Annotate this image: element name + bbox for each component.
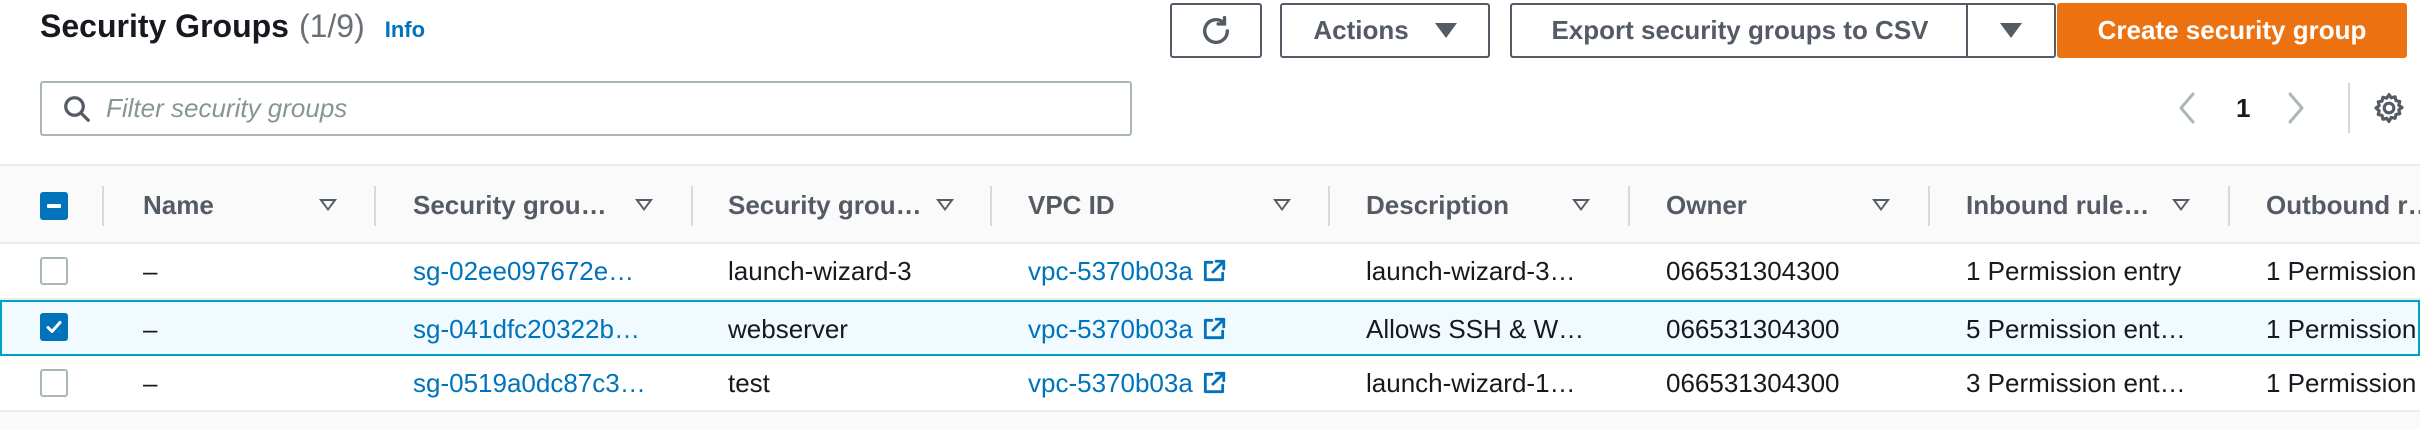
- column-header-security-group-id[interactable]: Security grou…: [413, 166, 663, 244]
- inbound-rules-cell: 3 Permission ent…: [1966, 367, 2186, 398]
- vpc-id-text: vpc-5370b03a: [1028, 313, 1193, 344]
- sort-icon: [1872, 199, 1890, 211]
- caret-down-icon: [1434, 23, 1457, 38]
- inbound-rules-cell: 5 Permission ent…: [1966, 313, 2186, 344]
- refresh-button[interactable]: [1170, 3, 1262, 58]
- column-header-security-group-name[interactable]: Security grou…: [728, 166, 978, 244]
- actions-label: Actions: [1313, 15, 1409, 45]
- export-label: Export security groups to CSV: [1551, 15, 1929, 45]
- previous-page-button[interactable]: [2175, 88, 2199, 128]
- description-cell: launch-wizard-3…: [1366, 255, 1576, 286]
- description-cell: Allows SSH & W…: [1366, 313, 1585, 344]
- vpc-id-text: vpc-5370b03a: [1028, 367, 1193, 398]
- sort-icon: [2172, 199, 2190, 211]
- column-header-outbound-rules[interactable]: Outbound r…: [2266, 166, 2420, 244]
- vpc-id-link[interactable]: vpc-5370b03a: [1028, 244, 1318, 298]
- row-checkbox[interactable]: [40, 313, 68, 341]
- column-header-inbound-rules[interactable]: Inbound rule…: [1966, 166, 2216, 244]
- table-row[interactable]: – sg-041dfc20322b… webserver vpc-5370b03…: [0, 300, 2420, 356]
- next-page-button[interactable]: [2284, 88, 2308, 128]
- column-header-vpc-id[interactable]: VPC ID: [1028, 166, 1308, 244]
- sort-icon: [635, 199, 653, 211]
- column-separator: [1928, 186, 1930, 226]
- column-separator: [2228, 186, 2230, 226]
- security-group-id-link[interactable]: sg-02ee097672e…: [413, 244, 653, 298]
- pager-divider: [2348, 83, 2350, 133]
- search-input[interactable]: [106, 93, 1056, 124]
- create-label: Create security group: [2097, 15, 2367, 45]
- outbound-rules-cell: 1 Permission: [2266, 367, 2417, 398]
- caret-down-icon: [2000, 23, 2022, 38]
- column-separator: [102, 186, 104, 226]
- security-group-name-cell: test: [728, 367, 770, 398]
- row-checkbox[interactable]: [40, 369, 68, 397]
- owner-cell: 066531304300: [1666, 313, 1840, 344]
- create-security-group-button[interactable]: Create security group: [2057, 3, 2407, 58]
- column-separator: [1328, 186, 1330, 226]
- sort-icon: [1273, 199, 1291, 211]
- table-row[interactable]: – sg-02ee097672e… launch-wizard-3 vpc-53…: [0, 244, 2420, 300]
- row-checkbox[interactable]: [40, 257, 68, 285]
- sort-icon: [1572, 199, 1590, 211]
- chevron-right-icon: [2288, 92, 2304, 124]
- owner-cell: 066531304300: [1666, 367, 1840, 398]
- page-title: Security Groups: [40, 8, 289, 44]
- refresh-icon: [1202, 15, 1230, 44]
- name-cell: –: [143, 313, 158, 344]
- column-separator: [374, 186, 376, 226]
- vpc-id-link[interactable]: vpc-5370b03a: [1028, 356, 1318, 410]
- selection-count: (1/9): [298, 8, 365, 44]
- chevron-left-icon: [2179, 92, 2195, 124]
- check-icon: [46, 321, 62, 333]
- select-all-checkbox[interactable]: [40, 192, 68, 220]
- security-group-name-cell: webserver: [728, 313, 848, 344]
- info-link[interactable]: Info: [385, 17, 425, 43]
- export-options-dropdown[interactable]: [1966, 3, 2056, 58]
- outbound-rules-cell: 1 Permission: [2266, 313, 2417, 344]
- filter-box[interactable]: [40, 81, 1132, 136]
- export-csv-button[interactable]: Export security groups to CSV: [1510, 3, 1968, 58]
- column-separator: [990, 186, 992, 226]
- owner-cell: 066531304300: [1666, 255, 1840, 286]
- current-page-number[interactable]: 1: [2236, 88, 2250, 128]
- external-link-icon: [1203, 317, 1225, 340]
- security-group-name-cell: launch-wizard-3: [728, 255, 912, 286]
- page-header: Security Groups (1/9) Info: [40, 8, 425, 54]
- column-header-description[interactable]: Description: [1366, 166, 1646, 244]
- external-link-icon: [1203, 259, 1225, 282]
- gear-icon: [2374, 92, 2404, 124]
- vpc-id-link[interactable]: vpc-5370b03a: [1028, 302, 1318, 356]
- actions-dropdown-button[interactable]: Actions: [1280, 3, 1490, 58]
- description-cell: launch-wizard-1…: [1366, 367, 1576, 398]
- name-cell: –: [143, 367, 158, 398]
- table-row[interactable]: – sg-0519a0dc87c3… test vpc-5370b03a lau…: [0, 356, 2420, 412]
- sort-icon: [936, 199, 954, 211]
- column-header-name[interactable]: Name: [143, 166, 343, 244]
- sort-icon: [319, 199, 337, 211]
- external-link-icon: [1203, 371, 1225, 394]
- vpc-id-text: vpc-5370b03a: [1028, 255, 1193, 286]
- table-header-row: Name Security grou… Security grou… VPC I…: [0, 164, 2420, 244]
- outbound-rules-cell: 1 Permission: [2266, 255, 2417, 286]
- column-separator: [1628, 186, 1630, 226]
- preferences-button[interactable]: [2372, 88, 2406, 128]
- security-group-id-link[interactable]: sg-041dfc20322b…: [413, 302, 653, 356]
- table-bottom-edge: [0, 410, 2420, 430]
- name-cell: –: [143, 255, 158, 286]
- search-icon: [64, 95, 90, 122]
- column-separator: [691, 186, 693, 226]
- column-header-owner[interactable]: Owner: [1666, 166, 1916, 244]
- security-group-id-link[interactable]: sg-0519a0dc87c3…: [413, 356, 653, 410]
- inbound-rules-cell: 1 Permission entry: [1966, 255, 2182, 286]
